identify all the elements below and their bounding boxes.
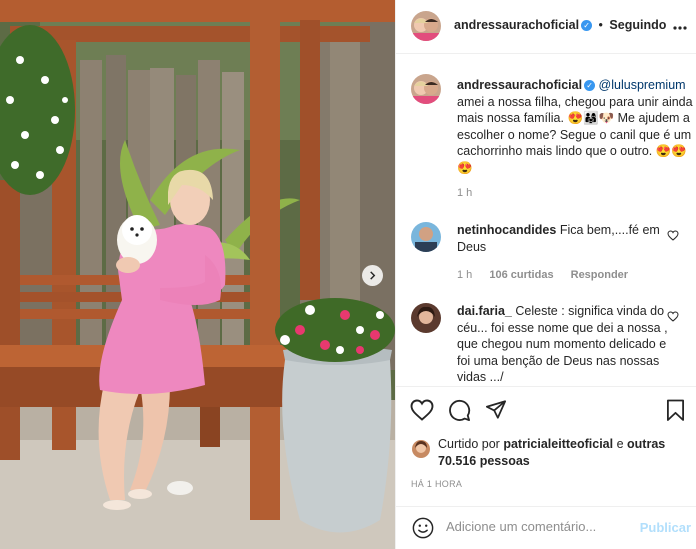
next-image-button[interactable]	[362, 265, 383, 286]
post-details-panel: andressaurachoficial ✓ • Seguindo andress…	[395, 0, 696, 549]
caption-mention[interactable]: @luluspremium	[599, 78, 686, 92]
caption: andressaurachoficial ✓ @luluspremium amei…	[457, 77, 693, 202]
comment-meta: 1 h 106 curtidas Responder	[457, 269, 642, 281]
action-bar	[396, 386, 696, 436]
following-button[interactable]: Seguindo	[609, 18, 666, 32]
likes-summary: Curtido por patricialeitteoficial e outr…	[410, 436, 690, 470]
comment-body: netinhocandides Fica bem,....fé em Deus	[457, 222, 682, 255]
reply-button[interactable]: Responder	[571, 269, 628, 281]
likes-connector: e	[616, 437, 624, 451]
bookmark-icon[interactable]	[666, 399, 685, 422]
commenter-avatar[interactable]	[411, 222, 441, 252]
comment-bar: Publicar	[396, 506, 696, 549]
comment-time[interactable]: 1 h	[457, 269, 472, 281]
likes-prefix: Curtido por	[438, 437, 500, 451]
verified-badge-icon: ✓	[581, 20, 593, 32]
author-avatar[interactable]	[411, 11, 441, 41]
likes-user[interactable]: patricialeitteoficial	[503, 437, 613, 451]
header-separator: •	[598, 18, 603, 32]
header-user-line: andressaurachoficial ✓ • Seguindo	[454, 18, 666, 32]
ellipsis-icon[interactable]	[673, 19, 687, 33]
comment-item: dai.faria_ Celeste : significa vinda do …	[411, 303, 696, 387]
comment-input[interactable]	[446, 519, 626, 534]
comment-item: netinhocandides Fica bem,....fé em Deus …	[411, 222, 696, 282]
comment-like-heart-icon[interactable]	[667, 230, 679, 241]
comment-icon[interactable]	[448, 399, 471, 422]
heart-icon[interactable]	[410, 399, 434, 421]
caption-time[interactable]: 1 h	[457, 185, 693, 202]
caption-text: amei a nossa filha, chegou para unir ain…	[457, 94, 693, 175]
smiley-icon[interactable]	[412, 517, 434, 539]
verified-badge-icon: ✓	[584, 80, 596, 92]
post-header: andressaurachoficial ✓ • Seguindo	[396, 0, 696, 54]
caption-avatar[interactable]	[411, 74, 441, 104]
send-icon[interactable]	[485, 399, 507, 420]
post-photo[interactable]	[0, 0, 395, 549]
caption-username[interactable]: andressaurachoficial	[457, 78, 582, 92]
header-username[interactable]: andressaurachoficial	[454, 18, 579, 32]
post-timestamp[interactable]: HÁ 1 HORA	[411, 479, 462, 489]
comment-username[interactable]: dai.faria_	[457, 304, 512, 318]
post-image	[0, 0, 395, 549]
comment-likes[interactable]: 106 curtidas	[489, 269, 553, 281]
publish-button[interactable]: Publicar	[640, 520, 691, 535]
comment-like-heart-icon[interactable]	[667, 311, 679, 322]
comment-username[interactable]: netinhocandides	[457, 223, 556, 237]
commenter-avatar[interactable]	[411, 303, 441, 333]
chevron-right-icon	[370, 271, 376, 280]
comment-body: dai.faria_ Celeste : significa vinda do …	[457, 303, 682, 386]
